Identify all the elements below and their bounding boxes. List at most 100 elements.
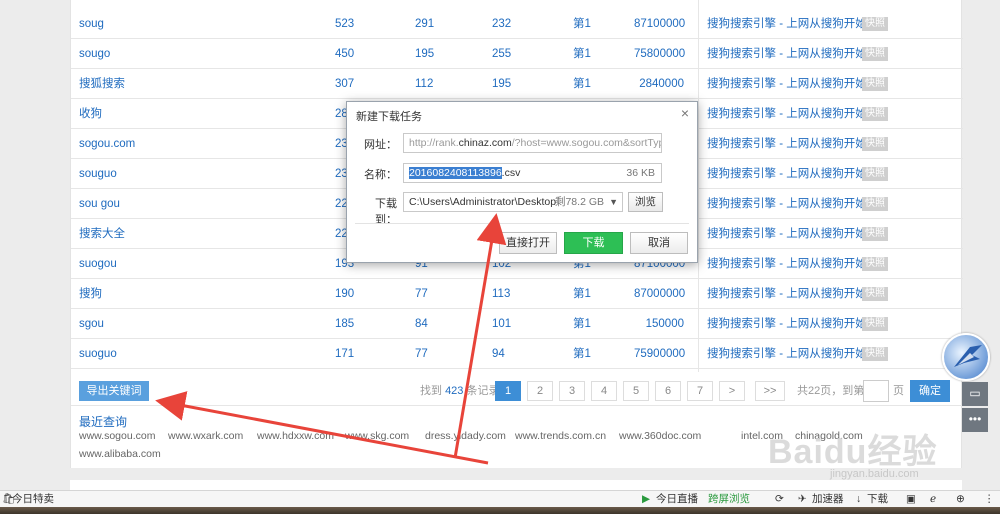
snapshot-badge[interactable]: 快照 xyxy=(862,317,888,331)
page-button[interactable]: 3 xyxy=(559,381,585,401)
table-row: 搜狗 190 77 113 第1 87000000 搜狗搜索引擎 - 上网从搜狗开始 快照 xyxy=(71,279,963,309)
url-field[interactable]: http://rank.chinaz.com/?host=www.sogou.c… xyxy=(403,133,662,153)
page-button[interactable]: 2 xyxy=(527,381,553,401)
page-button[interactable]: > xyxy=(719,381,745,401)
keyword-link[interactable]: 收狗 xyxy=(79,99,102,129)
keyword-link[interactable]: 搜狐搜索 xyxy=(79,69,125,99)
comment-icon[interactable]: ▭ xyxy=(962,382,988,406)
browse-button[interactable]: 浏览 xyxy=(628,192,663,212)
browser-page: soug 523 291 232 第1 87100000 搜狗搜索引擎 - 上网从搜狗开始快… xyxy=(0,0,1000,514)
page-title-link[interactable]: 搜狗搜索引擎 - 上网从搜狗开始 xyxy=(707,339,867,369)
page-title-link[interactable]: 搜狗搜索引擎 - 上网从搜狗开始 xyxy=(707,249,867,279)
table-row: 搜狐搜索 307 112 195 第1 2840000 搜狗搜索引擎 - 上网从搜狗开始 快照 xyxy=(71,69,963,99)
file-size: 36 KB xyxy=(626,167,655,179)
page-title-link[interactable]: 搜狗搜索引擎 - 上网从搜狗开始 xyxy=(707,9,867,39)
page-title-link[interactable]: 搜狗搜索引擎 - 上网从搜狗开始 xyxy=(707,279,867,309)
recent-query-link[interactable]: www.sogou.com xyxy=(79,430,155,442)
keyword-link[interactable]: souguo xyxy=(79,159,117,189)
snapshot-badge[interactable]: 快照 xyxy=(862,197,888,211)
keyword-link[interactable]: suogou xyxy=(79,249,117,279)
snapshot-badge[interactable]: 快照 xyxy=(862,287,888,301)
rank-value: 第1 xyxy=(573,48,591,60)
goto-page-input[interactable] xyxy=(863,380,889,402)
keyword-link[interactable]: 搜索大全 xyxy=(79,219,125,249)
pc-index-value: 77 xyxy=(415,288,428,300)
keyword-link[interactable]: sou gou xyxy=(79,189,120,219)
chevron-down-icon[interactable]: ▼ xyxy=(609,193,618,211)
snapshot-badge[interactable]: 快照 xyxy=(862,347,888,361)
dialog-divider xyxy=(355,223,689,224)
keyword-link[interactable]: sgou xyxy=(79,309,104,339)
ie-icon[interactable]: ℯ xyxy=(930,491,936,507)
recent-query-link[interactable]: www.hdxxw.com xyxy=(257,430,334,442)
window-icon[interactable]: ▣ xyxy=(906,491,916,507)
snapshot-badge[interactable]: 快照 xyxy=(862,77,888,91)
keyword-link[interactable]: sogou.com xyxy=(79,129,135,159)
dialog-title: 新建下载任务 xyxy=(356,111,422,123)
recent-query-link[interactable]: www.skg.com xyxy=(345,430,409,442)
recent-query-link[interactable]: www.wxark.com xyxy=(168,430,243,442)
page-title-link[interactable]: 搜狗搜索引擎 - 上网从搜狗开始 xyxy=(707,129,867,159)
snapshot-badge[interactable]: 快照 xyxy=(862,257,888,271)
open-directly-button[interactable]: 直接打开 xyxy=(499,232,557,254)
bird-logo-icon[interactable] xyxy=(942,333,990,381)
page-button[interactable]: 6 xyxy=(655,381,681,401)
record-count: 找到 423 条记录 xyxy=(420,381,499,401)
keyword-link[interactable]: 搜狗 xyxy=(79,279,102,309)
more-icon[interactable]: ••• xyxy=(962,408,988,432)
recent-query-link[interactable]: www.alibaba.com xyxy=(79,448,161,460)
zoom-icon[interactable]: ⊕ xyxy=(956,491,965,507)
page-title-link[interactable]: 搜狗搜索引擎 - 上网从搜狗开始 xyxy=(707,99,867,129)
snapshot-badge[interactable]: 快照 xyxy=(862,17,888,31)
mobile-index-value: 255 xyxy=(492,48,512,60)
page-button[interactable]: 7 xyxy=(687,381,713,401)
snapshot-badge[interactable]: 快照 xyxy=(862,167,888,181)
pc-index-value: 77 xyxy=(415,348,428,360)
today-sale-link[interactable]: 今日特卖 xyxy=(12,491,54,507)
download-link[interactable]: 下载 xyxy=(867,491,888,507)
recent-query-link[interactable]: dress.yidady.com xyxy=(425,430,506,442)
free-space: 剩78.2 GB xyxy=(554,196,604,208)
snapshot-badge[interactable]: 快照 xyxy=(862,137,888,151)
tools-icon[interactable]: ⋮ xyxy=(984,491,995,507)
filename-field[interactable]: 2016082408113896.csv 36 KB xyxy=(403,163,662,183)
page-button[interactable]: 1 xyxy=(495,381,521,401)
page-title-link[interactable]: 搜狗搜索引擎 - 上网从搜狗开始 xyxy=(707,39,867,69)
page-button[interactable]: 5 xyxy=(623,381,649,401)
index-value: 171 xyxy=(335,348,355,360)
snapshot-badge[interactable]: 快照 xyxy=(862,227,888,241)
confirm-goto-button[interactable]: 确定 xyxy=(910,380,950,402)
rank-value: 第1 xyxy=(573,78,591,90)
page-title-link[interactable]: 搜狗搜索引擎 - 上网从搜狗开始 xyxy=(707,189,867,219)
keyword-link[interactable]: sougo xyxy=(79,39,110,69)
url-domain: chinaz.com xyxy=(458,137,512,149)
save-path-select[interactable]: C:\Users\Administrator\Desktop 剩78.2 GB ▼ xyxy=(403,192,623,212)
found-prefix: 找到 xyxy=(420,385,442,397)
page-title-link[interactable]: 搜狗搜索引擎 - 上网从搜狗开始 xyxy=(707,309,867,339)
page-button[interactable]: 4 xyxy=(591,381,617,401)
save-path-value: C:\Users\Administrator\Desktop xyxy=(409,196,557,208)
keyword-link[interactable]: suoguo xyxy=(79,339,117,369)
close-icon[interactable]: × xyxy=(681,105,689,121)
snapshot-badge[interactable]: 快照 xyxy=(862,107,888,121)
download-button[interactable]: 下载 xyxy=(564,232,623,254)
keyword-link[interactable]: soug xyxy=(79,9,104,39)
recent-query-link[interactable]: www.360doc.com xyxy=(619,430,701,442)
cancel-button[interactable]: 取消 xyxy=(630,232,688,254)
page-title-link[interactable]: 搜狗搜索引擎 - 上网从搜狗开始 xyxy=(707,159,867,189)
page-title-link[interactable]: 搜狗搜索引擎 - 上网从搜狗开始 xyxy=(707,219,867,249)
index-value: 185 xyxy=(335,318,355,330)
page-title-link[interactable]: 搜狗搜索引擎 - 上网从搜狗开始 xyxy=(707,69,867,99)
found-count: 423 xyxy=(445,385,464,397)
snapshot-badge[interactable]: 快照 xyxy=(862,47,888,61)
rank-value: 第1 xyxy=(573,348,591,360)
today-live-link[interactable]: 今日直播 xyxy=(656,491,698,507)
export-keywords-button[interactable]: 导出关键词 xyxy=(79,381,149,401)
taskbar xyxy=(0,507,1000,514)
refresh-icon[interactable]: ⟳ xyxy=(775,491,784,507)
page-button[interactable]: >> xyxy=(755,381,785,401)
recent-query-link[interactable]: www.trends.com.cn xyxy=(515,430,606,442)
cross-screen-link[interactable]: 跨屏浏览 xyxy=(708,491,750,507)
mobile-index-value: 101 xyxy=(492,318,512,330)
accelerator-link[interactable]: 加速器 xyxy=(812,491,844,507)
